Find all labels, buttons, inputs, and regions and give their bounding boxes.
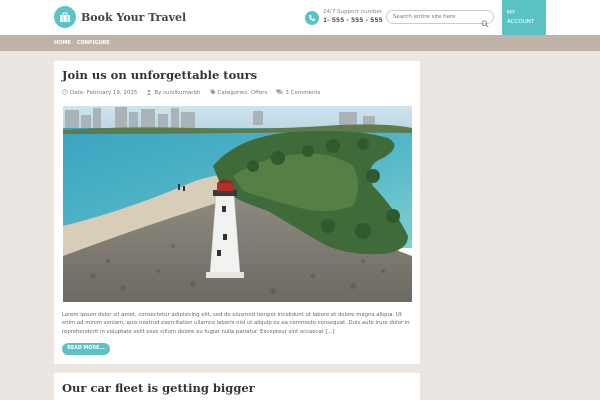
logo[interactable]: Book Your Travel [54,6,186,28]
account-line1: MY [507,10,516,16]
post-date: Date: February 19, 2015 [70,90,138,96]
search-box [386,10,494,28]
logo-text: Book Your Travel [81,10,187,24]
post-excerpt: Lorem ipsum dolor sit amet, consectetur … [62,312,410,335]
post-comments[interactable]: 3 Comments [285,90,320,96]
post-categories[interactable]: Categories: Offers [218,90,268,96]
clock-icon [62,89,68,97]
support-phone: 1- 555 - 555 - 555 [323,17,383,24]
post-card: Our car fleet is getting bigger [54,373,420,400]
nav-item-configure[interactable]: CONFIGURE [77,40,110,46]
account-line2: ACCOUNT [507,19,535,25]
tag-icon [210,89,216,97]
post-card: Join us on unforgettable tours Date: Feb… [54,61,420,364]
post-author[interactable]: By sunilkumarbh [154,90,200,96]
main-nav: HOME CONFIGURE [0,35,600,51]
post-title[interactable]: Join us on unforgettable tours [62,68,257,82]
search-icon[interactable] [481,13,489,32]
post-meta: Date: February 19, 2015 By sunilkumarbh … [62,89,320,97]
search-input[interactable] [393,14,481,20]
user-icon [146,89,152,97]
phone-icon [305,11,319,25]
post-image-lighthouse[interactable] [63,106,412,302]
site-header: Book Your Travel 24/7 Support number 1- … [0,0,600,48]
support-label: 24/7 Support number [323,9,383,15]
nav-item-home[interactable]: HOME [54,40,71,46]
suitcase-icon [54,6,76,28]
comments-icon [276,89,284,97]
read-more-button[interactable]: READ MORE... [62,343,110,355]
support-info: 24/7 Support number 1- 555 - 555 - 555 [305,8,383,25]
post-title[interactable]: Our car fleet is getting bigger [62,381,255,395]
